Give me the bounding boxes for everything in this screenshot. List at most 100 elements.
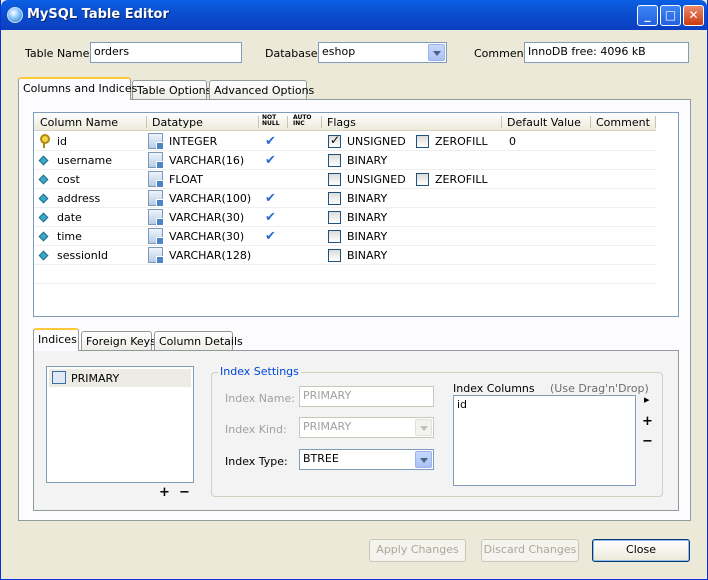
tab-table-options[interactable]: Table Options (132, 80, 211, 101)
not-null-check-icon[interactable]: ✔ (265, 210, 276, 225)
not-null-check-icon[interactable]: ✔ (265, 191, 276, 206)
chevron-down-icon[interactable] (415, 419, 432, 436)
unsigned-checkbox[interactable] (328, 133, 341, 148)
index-columns-list[interactable]: id (453, 395, 636, 486)
header-comment[interactable]: Comment (596, 116, 650, 129)
datatype-icon (148, 190, 164, 207)
binary-checkbox[interactable] (328, 249, 341, 262)
datatype-cell[interactable]: VARCHAR(128) (169, 249, 251, 262)
tab-columns-and-indices[interactable]: Columns and Indices (18, 77, 137, 100)
not-null-check-icon[interactable]: ✔ (265, 153, 276, 168)
move-column-arrow-icon[interactable]: ▸ (644, 393, 650, 406)
index-type-value: BTREE (303, 452, 339, 465)
flag-label: BINARY (347, 249, 388, 262)
binary-checkbox[interactable] (328, 230, 341, 243)
header-default-value[interactable]: Default Value (507, 116, 581, 129)
close-window-button[interactable]: ✕ (683, 5, 704, 26)
new-column-row[interactable] (34, 265, 656, 284)
minimize-button[interactable]: _ (637, 5, 658, 26)
chevron-down-icon[interactable] (428, 44, 445, 61)
apply-changes-button[interactable]: Apply Changes (369, 539, 466, 562)
flag-label: BINARY (347, 230, 388, 243)
datatype-icon (148, 209, 164, 226)
column-name-cell[interactable]: id (57, 135, 67, 148)
chevron-down-icon[interactable] (415, 451, 432, 468)
datatype-cell[interactable]: VARCHAR(30) (169, 230, 244, 243)
maximize-button[interactable]: □ (660, 5, 681, 26)
table-row[interactable]: time VARCHAR(30) ✔ BINARY (34, 227, 656, 246)
binary-checkbox[interactable] (328, 211, 341, 224)
datatype-cell[interactable]: VARCHAR(30) (169, 211, 244, 224)
header-auto-inc[interactable]: AUTO INC (293, 115, 312, 127)
header-flags[interactable]: Flags (327, 116, 356, 129)
column-name-cell[interactable]: sessionId (57, 249, 108, 262)
header-not-null[interactable]: NOT NULL (262, 115, 280, 127)
index-settings-group: Index Settings Index Name: PRIMARY Index… (211, 365, 663, 497)
column-name-cell[interactable]: time (57, 230, 82, 243)
table-row[interactable]: address VARCHAR(100) ✔ BINARY (34, 189, 656, 208)
flag-label: BINARY (347, 192, 388, 205)
table-row[interactable]: id INTEGER ✔ UNSIGNED ZEROFILL 0 (34, 132, 656, 151)
list-item[interactable]: PRIMARY (49, 369, 191, 387)
table-name-label: Table Name: (25, 47, 94, 60)
indices-list[interactable]: PRIMARY (46, 366, 194, 483)
tab-column-details[interactable]: Column Details (154, 331, 243, 352)
title-bar[interactable]: MySQL Table Editor _ □ ✕ (1, 0, 707, 30)
index-settings-title: Index Settings (218, 365, 301, 378)
column-icon (38, 193, 49, 204)
column-name-cell[interactable]: date (57, 211, 82, 224)
comment-input[interactable]: InnoDB free: 4096 kB (524, 42, 689, 63)
unsigned-checkbox[interactable] (328, 173, 341, 186)
index-columns-label: Index Columns (453, 382, 535, 395)
list-item[interactable]: id (457, 398, 467, 411)
datatype-icon (148, 152, 164, 169)
table-name-input[interactable]: orders (90, 42, 242, 63)
tab-foreign-keys[interactable]: Foreign Keys (81, 331, 156, 352)
close-button[interactable]: Close (592, 539, 690, 562)
discard-changes-button[interactable]: Discard Changes (481, 539, 579, 562)
datatype-cell[interactable]: VARCHAR(16) (169, 154, 244, 167)
remove-index-button[interactable]: − (179, 485, 190, 500)
default-value-cell[interactable]: 0 (509, 135, 516, 148)
tab-indices[interactable]: Indices (33, 328, 79, 351)
zerofill-checkbox[interactable] (416, 173, 429, 186)
binary-checkbox[interactable] (328, 154, 341, 167)
mysql-table-editor-window: MySQL Table Editor _ □ ✕ Table Name: ord… (0, 0, 708, 580)
primary-key-icon (39, 134, 50, 148)
table-row[interactable]: username VARCHAR(16) ✔ BINARY (34, 151, 656, 170)
table-row[interactable]: sessionId VARCHAR(128) BINARY (34, 246, 656, 265)
table-row[interactable]: cost FLOAT UNSIGNED ZEROFILL (34, 170, 656, 189)
flag-label: ZEROFILL (435, 135, 488, 148)
column-name-cell[interactable]: address (57, 192, 100, 205)
binary-checkbox[interactable] (328, 192, 341, 205)
column-name-cell[interactable]: cost (57, 173, 80, 186)
table-row[interactable]: date VARCHAR(30) ✔ BINARY (34, 208, 656, 227)
index-icon (52, 371, 66, 384)
mysql-app-icon (7, 7, 23, 23)
add-index-button[interactable]: + (159, 485, 170, 500)
columns-grid: Column Name Datatype NOT NULL AUTO INC Fla… (33, 112, 679, 317)
remove-index-column-button[interactable]: − (642, 434, 653, 449)
header-column-name[interactable]: Column Name (40, 116, 118, 129)
datatype-cell[interactable]: FLOAT (169, 173, 203, 186)
database-label: Database: (265, 47, 322, 60)
add-index-column-button[interactable]: + (642, 414, 653, 429)
flag-label: BINARY (347, 154, 388, 167)
index-type-select[interactable]: BTREE (299, 449, 434, 470)
index-kind-select[interactable]: PRIMARY (299, 417, 434, 438)
not-null-check-icon[interactable]: ✔ (265, 134, 276, 149)
column-name-cell[interactable]: username (57, 154, 112, 167)
not-null-check-icon[interactable]: ✔ (265, 229, 276, 244)
datatype-icon (148, 171, 164, 188)
tab-advanced-options[interactable]: Advanced Options (209, 80, 314, 101)
header-datatype[interactable]: Datatype (152, 116, 203, 129)
datatype-icon (148, 247, 164, 264)
comment-label: Comment: (474, 47, 532, 60)
database-select[interactable]: eshop (318, 42, 447, 63)
datatype-cell[interactable]: VARCHAR(100) (169, 192, 251, 205)
flag-label: UNSIGNED (347, 173, 406, 186)
zerofill-checkbox[interactable] (416, 135, 429, 148)
index-name-input[interactable]: PRIMARY (299, 386, 434, 407)
index-name: PRIMARY (71, 372, 120, 385)
datatype-cell[interactable]: INTEGER (169, 135, 217, 148)
